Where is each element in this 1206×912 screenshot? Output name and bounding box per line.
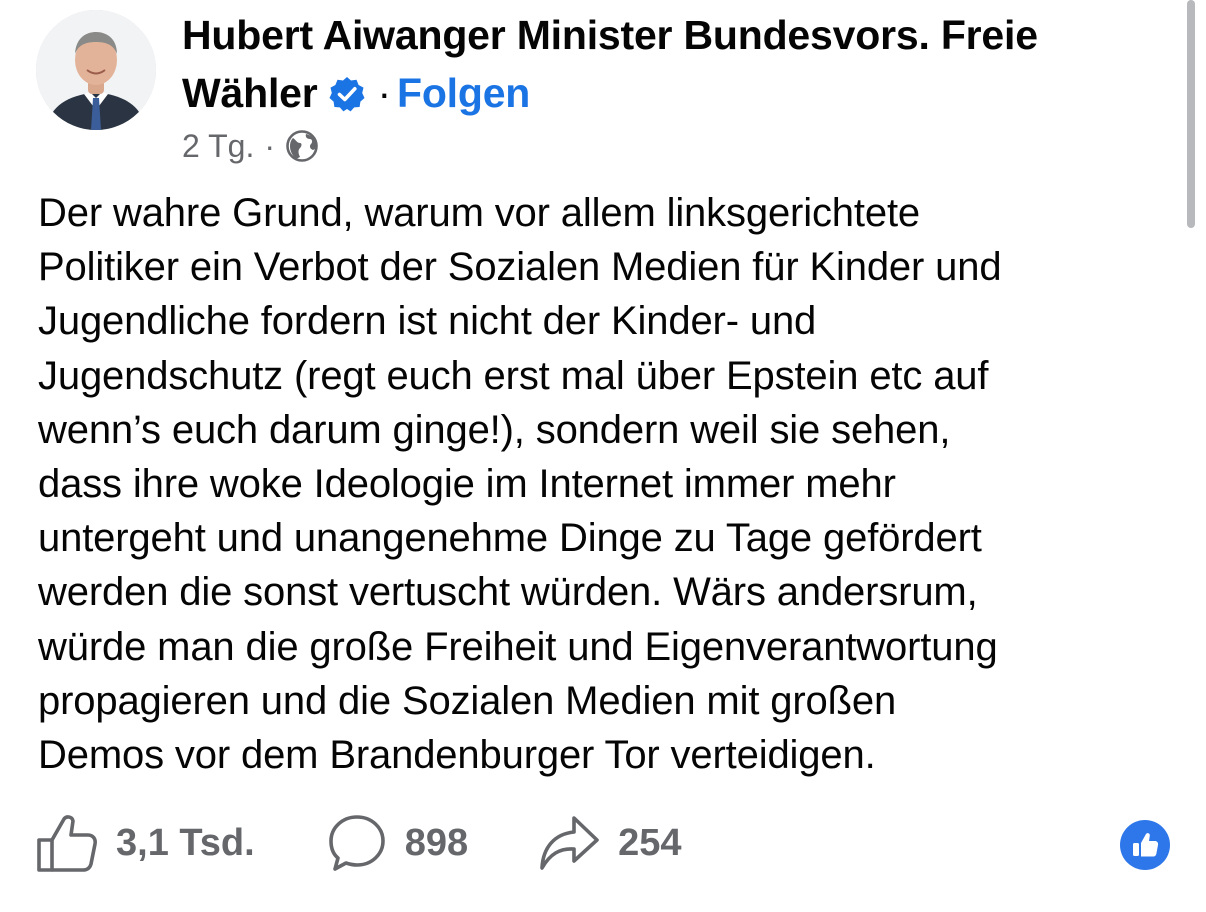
post-meta: 2 Tg. · xyxy=(182,124,319,168)
scrollbar[interactable] xyxy=(1187,0,1195,228)
like-count: 3,1 Tsd. xyxy=(116,821,255,864)
author-line: Hubert Aiwanger Minister Bundesvors. Fre… xyxy=(182,6,1172,122)
comment-icon xyxy=(328,815,385,871)
share-icon xyxy=(540,816,599,870)
like-reaction-icon[interactable] xyxy=(1120,820,1170,870)
post-text: Der wahre Grund, warum vor allem linksge… xyxy=(38,191,1002,778)
post-header: Hubert Aiwanger Minister Bundesvors. Fre… xyxy=(182,6,1172,122)
comment-count: 898 xyxy=(404,821,469,864)
comment-button[interactable]: 898 xyxy=(327,813,468,873)
post-timestamp[interactable]: 2 Tg. xyxy=(182,124,254,168)
like-icon xyxy=(37,815,97,872)
follow-button[interactable]: Folgen xyxy=(397,70,530,116)
post-card: Hubert Aiwanger Minister Bundesvors. Fre… xyxy=(0,0,1206,912)
meta-separator: · xyxy=(264,128,275,164)
separator-dot: · xyxy=(377,70,392,116)
verified-badge-icon xyxy=(328,70,366,112)
share-button[interactable]: 254 xyxy=(538,814,682,872)
author-avatar[interactable] xyxy=(36,10,156,130)
share-count: 254 xyxy=(618,821,682,864)
globe-icon[interactable] xyxy=(285,129,319,163)
like-button[interactable]: 3,1 Tsd. xyxy=(36,813,255,873)
author-name[interactable]: Hubert Aiwanger Minister Bundesvors. Fre… xyxy=(182,12,1038,116)
post-actions: 3,1 Tsd. 898 254 xyxy=(36,808,682,878)
